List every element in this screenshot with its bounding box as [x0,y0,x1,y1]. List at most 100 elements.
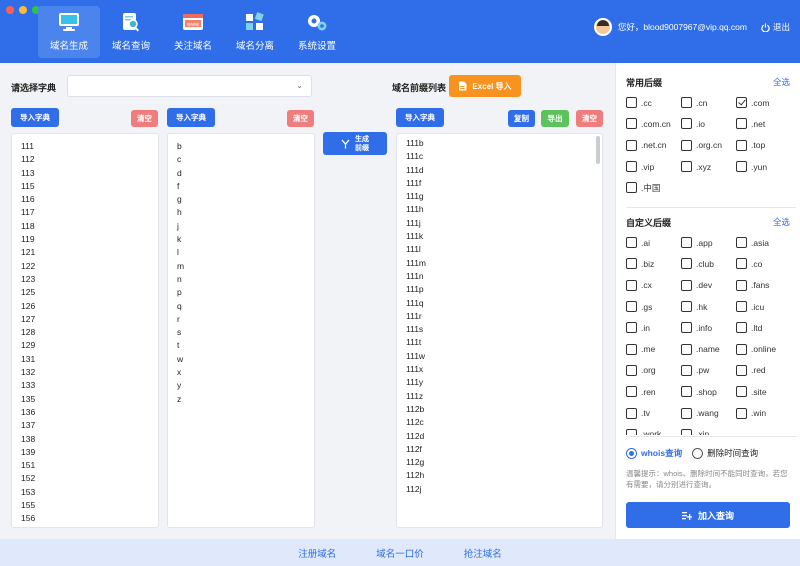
suffix-checkbox[interactable]: .online [736,338,791,359]
suffix-checkbox[interactable]: .com [736,92,791,113]
suffix-checkbox[interactable]: .org.cn [681,135,736,156]
list-item[interactable]: 118 [21,220,158,233]
list-item[interactable]: 111c [406,150,602,163]
custom-select-all[interactable]: 全选 [773,216,790,228]
list-item[interactable]: 156 [21,512,158,525]
suffix-checkbox[interactable]: .ai [626,232,681,253]
suffix-checkbox[interactable]: .shop [681,381,736,402]
list-item[interactable]: 112 [21,153,158,166]
col3-clear-button[interactable]: 清空 [576,110,603,127]
list-item[interactable]: 111p [406,283,602,296]
suffix-checkbox[interactable]: .ltd [736,317,791,338]
list-item[interactable]: 111r [406,310,602,323]
custom-suffix-scroll[interactable]: .ai .app .asia .biz .club .co .cx .dev .fans .gs.… [616,232,800,435]
list-item[interactable]: 111q [406,297,602,310]
list-item[interactable]: 129 [21,339,158,352]
col2-import-button[interactable]: 导入字典 [167,108,215,127]
suffix-checkbox[interactable]: .in [626,317,681,338]
list-item[interactable]: d [177,167,314,180]
list-item[interactable]: j [177,220,314,233]
list-item[interactable]: 111g [406,190,602,203]
list-item[interactable]: 138 [21,433,158,446]
col1-clear-button[interactable]: 清空 [131,110,158,127]
suffix-checkbox[interactable]: .co [736,253,791,274]
whois-radio[interactable]: whois查询 [626,447,682,459]
list-item[interactable]: 153 [21,486,158,499]
list-item[interactable]: 135 [21,393,158,406]
suffix-checkbox[interactable]: .top [736,135,791,156]
export-button[interactable]: 导出 [541,110,569,127]
suffix-checkbox[interactable]: .ren [626,381,681,402]
list-item[interactable]: 111y [406,376,602,389]
list-item[interactable]: g [177,193,314,206]
scrollbar-thumb[interactable] [596,136,600,164]
minimize-window-button[interactable] [19,6,27,14]
list-item[interactable]: 155 [21,499,158,512]
close-window-button[interactable] [6,6,14,14]
list-item[interactable]: 131 [21,353,158,366]
col2-clear-button[interactable]: 清空 [287,110,314,127]
excel-import-button[interactable]: Excel 导入 [449,75,521,97]
copy-button[interactable]: 复制 [508,110,535,127]
delete-time-radio[interactable]: 删除时间查询 [692,447,758,459]
list-item[interactable]: 111f [406,177,602,190]
list-item[interactable]: h [177,206,314,219]
footer-link-fixed-price[interactable]: 域名一口价 [376,546,424,560]
list-item[interactable]: m [177,260,314,273]
suffix-checkbox[interactable]: .xin [681,424,736,435]
list-item[interactable]: 137 [21,419,158,432]
suffix-checkbox[interactable]: .cc [626,92,681,113]
nav-domain-query[interactable]: 域名查询 [100,6,162,58]
suffix-checkbox[interactable]: .biz [626,253,681,274]
list-item[interactable]: 122 [21,260,158,273]
list-item[interactable]: 126 [21,300,158,313]
list-item[interactable]: 112j [406,483,602,496]
suffix-checkbox[interactable]: .fans [736,275,791,296]
list-item[interactable]: w [177,353,314,366]
suffix-checkbox[interactable]: .me [626,338,681,359]
list-item[interactable]: 111x [406,363,602,376]
nav-domain-generate[interactable]: 域名生成 [38,6,100,58]
suffix-checkbox[interactable]: .net.cn [626,135,681,156]
suffix-checkbox[interactable]: .io [681,113,736,134]
suffix-checkbox[interactable]: .site [736,381,791,402]
suffix-checkbox[interactable]: .xyz [681,156,736,177]
list-item[interactable]: 123 [21,273,158,286]
col1-list-panel[interactable]: 111 112 113 115 116 117 118 119 121 122 123 125 126 1… [11,133,159,528]
suffix-checkbox[interactable]: .icu [736,296,791,317]
suffix-checkbox[interactable]: .wang [681,402,736,423]
suffix-checkbox[interactable]: .name [681,338,736,359]
list-item[interactable]: 132 [21,366,158,379]
list-item[interactable]: 152 [21,472,158,485]
list-item[interactable]: 111j [406,217,602,230]
common-select-all[interactable]: 全选 [773,76,790,88]
suffix-checkbox[interactable]: .work [626,424,681,435]
suffix-checkbox[interactable]: .org [626,360,681,381]
suffix-checkbox[interactable]: .vip [626,156,681,177]
list-item[interactable]: 111z [406,390,602,403]
list-item[interactable]: s [177,326,314,339]
suffix-checkbox[interactable]: .gs [626,296,681,317]
list-item[interactable]: q [177,300,314,313]
list-item[interactable]: b [177,140,314,153]
suffix-checkbox[interactable]: .app [681,232,736,253]
suffix-checkbox[interactable]: .dev [681,275,736,296]
list-item[interactable]: 112c [406,416,602,429]
list-item[interactable]: 151 [21,459,158,472]
avatar[interactable] [593,18,612,36]
list-item[interactable]: k [177,233,314,246]
add-query-button[interactable]: 加入查询 [626,502,790,528]
col1-import-button[interactable]: 导入字典 [11,108,59,127]
list-item[interactable]: 116 [21,193,158,206]
col3-import-button[interactable]: 导入字典 [396,108,444,127]
list-item[interactable]: p [177,286,314,299]
list-item[interactable]: y [177,379,314,392]
list-item[interactable]: 139 [21,446,158,459]
footer-link-register[interactable]: 注册域名 [298,546,336,560]
suffix-checkbox[interactable]: .win [736,402,791,423]
suffix-checkbox[interactable]: .red [736,360,791,381]
suffix-checkbox[interactable]: .net [736,113,791,134]
suffix-checkbox[interactable]: .cx [626,275,681,296]
list-item[interactable]: 112f [406,443,602,456]
list-item[interactable]: 133 [21,379,158,392]
